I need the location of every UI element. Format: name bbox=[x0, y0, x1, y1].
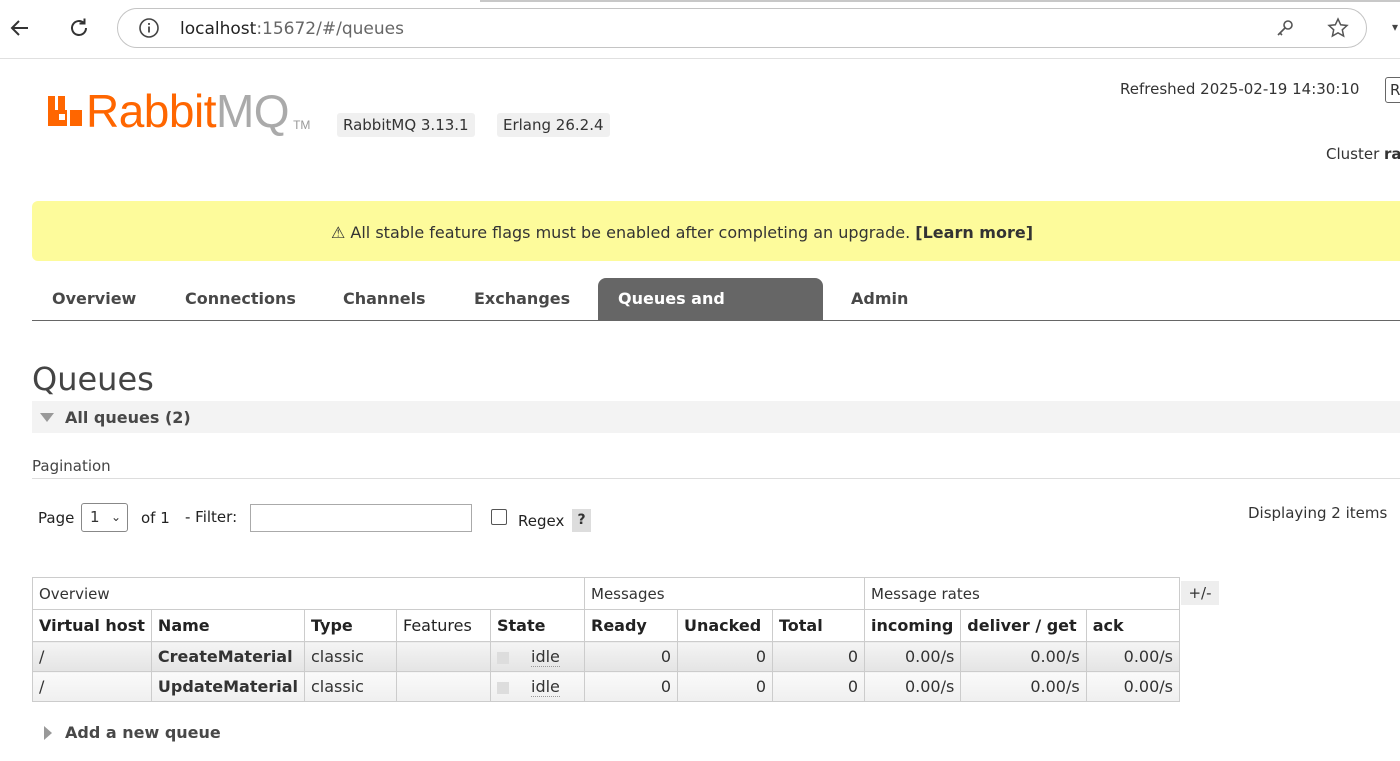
cell-total: 0 bbox=[772, 641, 865, 672]
col-deliver-get[interactable]: deliver / get bbox=[960, 609, 1087, 642]
logo-wordmark: RabbitMQ bbox=[86, 85, 290, 137]
filter-input[interactable] bbox=[250, 504, 472, 532]
expand-triangle-icon bbox=[44, 726, 52, 740]
url-text: localhost:15672/#/queues bbox=[180, 19, 404, 39]
rabbitmq-version-badge: RabbitMQ 3.13.1 bbox=[337, 113, 475, 137]
learn-more-link[interactable]: [Learn more] bbox=[915, 223, 1033, 242]
tab-channels[interactable]: Channels bbox=[323, 278, 446, 320]
cell-unacked: 0 bbox=[677, 641, 773, 672]
star-icon[interactable] bbox=[1327, 17, 1349, 39]
reload-icon[interactable] bbox=[63, 12, 95, 44]
cell-type: classic bbox=[304, 671, 397, 702]
state-text: idle bbox=[531, 677, 560, 697]
rabbitmq-logo[interactable]: RabbitMQ TM bbox=[46, 88, 310, 134]
cell-incoming: 0.00/s bbox=[863, 641, 962, 672]
table-row[interactable]: / CreateMaterial classic idle 0 0 0 0.00… bbox=[32, 641, 1181, 672]
pagination-divider bbox=[32, 478, 1400, 479]
cell-deliver-get: 0.00/s bbox=[960, 641, 1087, 672]
cell-features bbox=[396, 671, 491, 702]
col-features: Features bbox=[396, 609, 491, 642]
rabbit-logo-icon bbox=[48, 96, 82, 126]
tab-queues-and-streams[interactable]: Queues and Streams bbox=[598, 278, 823, 350]
displaying-count: Displaying 2 items bbox=[1248, 504, 1388, 522]
queue-name-link[interactable]: UpdateMaterial bbox=[150, 671, 306, 702]
warning-text: ⚠ All stable feature flags must be enabl… bbox=[330, 223, 911, 242]
add-queue-label: Add a new queue bbox=[65, 723, 221, 742]
refresh-select[interactable]: R bbox=[1385, 77, 1400, 103]
col-virtual-host[interactable]: Virtual host bbox=[32, 609, 152, 642]
group-overview: Overview bbox=[32, 577, 585, 610]
pagination-label: Pagination bbox=[32, 457, 111, 475]
cell-ack: 0.00/s bbox=[1085, 641, 1181, 672]
chevron-down-icon[interactable]: ▾ bbox=[1392, 20, 1398, 34]
page-select-value: 1 bbox=[90, 508, 100, 526]
cluster-info: Cluster ra bbox=[1326, 145, 1400, 163]
queue-name-link[interactable]: CreateMaterial bbox=[150, 641, 306, 672]
tab-strip-edge bbox=[480, 0, 1400, 2]
cell-state: idle bbox=[490, 641, 585, 672]
cell-vhost: / bbox=[32, 641, 152, 672]
warning-message: ⚠ All stable feature flags must be enabl… bbox=[32, 223, 1332, 242]
page-title: Queues bbox=[32, 360, 154, 398]
url-host: localhost bbox=[180, 19, 257, 39]
refreshed-timestamp: Refreshed 2025-02-19 14:30:10 bbox=[1120, 80, 1360, 98]
col-name[interactable]: Name bbox=[150, 609, 306, 642]
table-row[interactable]: / UpdateMaterial classic idle 0 0 0 0.00… bbox=[32, 671, 1181, 702]
erlang-version-badge: Erlang 26.2.4 bbox=[497, 113, 610, 137]
key-icon[interactable] bbox=[1274, 17, 1296, 39]
col-unacked[interactable]: Unacked bbox=[677, 609, 773, 642]
cell-type: classic bbox=[304, 641, 397, 672]
tab-admin[interactable]: Admin bbox=[831, 278, 928, 320]
cell-incoming: 0.00/s bbox=[863, 671, 962, 702]
col-ack[interactable]: ack bbox=[1085, 609, 1181, 642]
state-text: idle bbox=[531, 647, 560, 667]
regex-checkbox[interactable] bbox=[491, 509, 507, 525]
regex-label: Regex bbox=[518, 512, 565, 530]
tab-overview[interactable]: Overview bbox=[32, 278, 156, 320]
address-bar[interactable]: localhost:15672/#/queues bbox=[117, 8, 1367, 48]
cell-ack: 0.00/s bbox=[1085, 671, 1181, 702]
cluster-label: Cluster bbox=[1326, 145, 1380, 163]
queues-table: Overview Messages Message rates Virtual … bbox=[32, 577, 1181, 702]
back-icon[interactable] bbox=[4, 12, 36, 44]
regex-help-button[interactable]: ? bbox=[572, 509, 591, 532]
collapse-triangle-icon bbox=[40, 413, 54, 422]
cell-total: 0 bbox=[772, 671, 865, 702]
cell-ready: 0 bbox=[584, 641, 678, 672]
info-icon[interactable] bbox=[138, 17, 160, 39]
cell-unacked: 0 bbox=[677, 671, 773, 702]
group-message-rates: Message rates bbox=[864, 577, 1180, 610]
main-nav-tabs: Overview Connections Channels Exchanges … bbox=[32, 278, 1400, 350]
all-queues-toggle[interactable]: All queues (2) bbox=[32, 401, 1400, 433]
logo-tm: TM bbox=[293, 118, 311, 132]
col-state[interactable]: State bbox=[490, 609, 585, 642]
tab-exchanges[interactable]: Exchanges bbox=[454, 278, 590, 320]
page-select[interactable]: 1 ⌄ bbox=[81, 503, 128, 532]
cell-deliver-get: 0.00/s bbox=[960, 671, 1087, 702]
all-queues-label: All queues (2) bbox=[65, 408, 191, 427]
logo-mq: MQ bbox=[215, 85, 290, 137]
columns-toggle-button[interactable]: +/- bbox=[1181, 581, 1219, 605]
col-ready[interactable]: Ready bbox=[584, 609, 678, 642]
state-indicator-icon bbox=[497, 651, 509, 664]
col-total[interactable]: Total bbox=[772, 609, 865, 642]
browser-toolbar: localhost:15672/#/queues ▾ bbox=[0, 0, 1400, 59]
col-type[interactable]: Type bbox=[304, 609, 397, 642]
cell-state: idle bbox=[490, 671, 585, 702]
cluster-name: ra bbox=[1384, 145, 1400, 163]
tab-connections[interactable]: Connections bbox=[165, 278, 316, 320]
page-label: Page bbox=[38, 509, 75, 527]
col-incoming[interactable]: incoming bbox=[863, 609, 962, 642]
group-messages: Messages bbox=[584, 577, 865, 610]
feature-flags-warning: ⚠ All stable feature flags must be enabl… bbox=[32, 201, 1400, 261]
cell-vhost: / bbox=[32, 671, 152, 702]
logo-rabbit: Rabbit bbox=[86, 85, 216, 137]
chevron-down-icon: ⌄ bbox=[110, 510, 121, 524]
cell-features bbox=[396, 641, 491, 672]
filter-label: - Filter: bbox=[185, 508, 238, 526]
state-indicator-icon bbox=[497, 681, 509, 694]
page-count: of 1 bbox=[141, 509, 170, 527]
cell-ready: 0 bbox=[584, 671, 678, 702]
url-path: :15672/#/queues bbox=[256, 19, 404, 39]
